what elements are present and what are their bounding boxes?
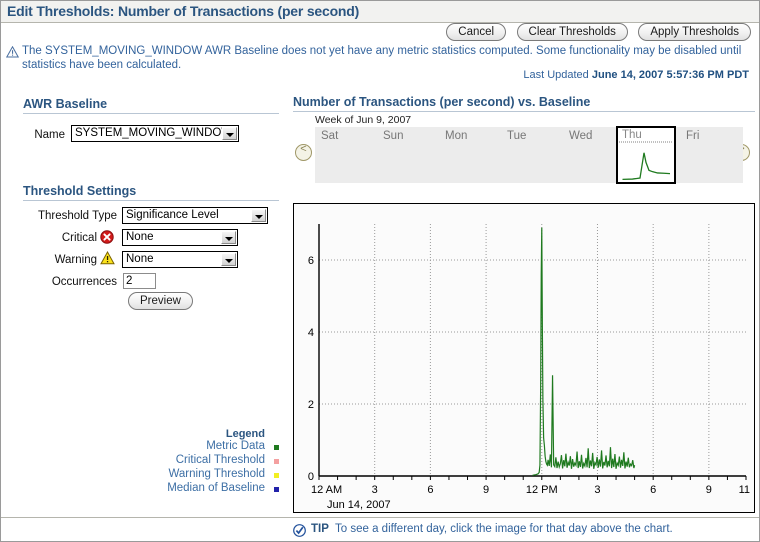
metric-chart-svg: 0 2 4 6 12 AM 3 6 9 12 PM 3 6 9 11 Jun 14, 2007	[308, 224, 750, 511]
day-thumbnail-fri[interactable]: Fri	[680, 127, 741, 183]
svg-text:6: 6	[650, 484, 656, 496]
svg-text:4: 4	[308, 327, 314, 339]
tip-label: TIP	[311, 523, 329, 535]
legend-label: Median of Baseline	[167, 482, 265, 494]
threshold-settings-heading: Threshold Settings	[23, 184, 279, 201]
legend-title: Legend	[225, 428, 265, 440]
svg-text:3: 3	[594, 484, 600, 496]
critical-threshold-value: None	[126, 231, 154, 243]
legend-swatch-median-of-baseline	[274, 487, 279, 492]
action-button-row: Cancel Clear Thresholds Apply Thresholds	[440, 23, 751, 45]
day-thumbnail-strip: Sat Sun Mon Tue Wed Thu Fri	[315, 126, 743, 184]
edit-thresholds-window: Edit Thresholds: Number of Transactions …	[0, 0, 760, 542]
svg-text:9: 9	[483, 484, 489, 496]
day-thumbnail-tue[interactable]: Tue	[501, 127, 562, 183]
threshold-type-value: Significance Level	[126, 209, 219, 221]
occurrences-input[interactable]	[123, 273, 156, 289]
threshold-type-select[interactable]: Significance Level	[122, 207, 268, 224]
critical-label: Critical	[61, 232, 97, 244]
tip-text: To see a different day, click the image …	[335, 523, 673, 535]
svg-text:12 AM: 12 AM	[311, 484, 342, 496]
last-updated-value: June 14, 2007 5:57:36 PM PDT	[591, 69, 749, 81]
legend-swatch-metric-data	[274, 445, 279, 450]
day-label: Mon	[445, 130, 468, 142]
warning-threshold-select[interactable]: None	[122, 251, 238, 268]
legend-label: Metric Data	[206, 440, 265, 452]
occurrences-label: Occurrences	[51, 276, 117, 288]
day-thumbnail-sat[interactable]: Sat	[315, 127, 376, 183]
warning-message-text: The SYSTEM_MOVING_WINDOW AWR Baseline do…	[22, 45, 742, 71]
awr-baseline-heading: AWR Baseline	[23, 97, 279, 114]
chevron-down-icon[interactable]	[221, 253, 236, 266]
svg-text:9: 9	[706, 484, 712, 496]
clear-thresholds-button[interactable]: Clear Thresholds	[516, 23, 628, 41]
threshold-type-label: Threshold Type	[37, 210, 117, 222]
critical-threshold-select[interactable]: None	[122, 229, 238, 246]
chevron-down-icon[interactable]	[251, 209, 266, 222]
svg-text:Jun 14, 2007: Jun 14, 2007	[327, 499, 391, 511]
previous-week-button[interactable]: <	[295, 143, 312, 161]
svg-text:6: 6	[308, 255, 314, 267]
legend-swatch-warning-threshold	[274, 473, 279, 478]
svg-text:12 PM: 12 PM	[526, 484, 558, 496]
day-thumbnail-sparkline	[619, 141, 673, 181]
svg-text:0: 0	[308, 471, 314, 483]
legend-item-warning-threshold: Warning Threshold	[151, 468, 281, 482]
warning-alert-icon	[100, 250, 115, 270]
day-label: Wed	[569, 130, 593, 142]
svg-text:11: 11	[739, 484, 750, 496]
day-label: Sun	[383, 130, 404, 142]
legend-label: Critical Threshold	[175, 454, 265, 466]
day-thumbnail-wed[interactable]: Wed	[563, 127, 624, 183]
last-updated: Last Updated June 14, 2007 5:57:36 PM PD…	[523, 69, 749, 81]
chevron-left-icon: <	[300, 143, 307, 155]
warning-triangle-icon	[5, 45, 20, 63]
baseline-name-select[interactable]: SYSTEM_MOVING_WINDOW	[71, 125, 239, 142]
day-thumbnail-sun[interactable]: Sun	[377, 127, 438, 183]
last-updated-label: Last Updated	[523, 69, 589, 81]
baseline-name-value: SYSTEM_MOVING_WINDOW	[75, 127, 233, 139]
tip-bar: TIP To see a different day, click the im…	[1, 517, 759, 541]
day-label: Fri	[686, 130, 700, 142]
critical-error-icon	[100, 230, 114, 249]
chevron-down-icon[interactable]	[221, 231, 236, 244]
svg-text:2: 2	[308, 399, 314, 411]
cancel-button[interactable]: Cancel	[446, 23, 507, 41]
metric-chart[interactable]: 0 2 4 6 12 AM 3 6 9 12 PM 3 6 9 11 Jun 14, 2007	[293, 203, 755, 513]
baseline-name-label: Name	[34, 129, 65, 141]
day-label: Tue	[507, 130, 527, 142]
page-title: Edit Thresholds: Number of Transactions …	[7, 3, 360, 19]
warning-threshold-value: None	[126, 253, 154, 265]
legend-item-critical-threshold: Critical Threshold	[151, 454, 281, 468]
apply-thresholds-button[interactable]: Apply Thresholds	[638, 23, 751, 41]
day-label: Sat	[321, 130, 339, 142]
check-circle-icon	[293, 524, 306, 541]
day-thumbnail-mon[interactable]: Mon	[439, 127, 500, 183]
day-thumbnail-thu-selected[interactable]: Thu	[616, 126, 676, 184]
chevron-down-icon[interactable]	[222, 127, 237, 140]
preview-button[interactable]: Preview	[128, 292, 193, 310]
chart-legend: Legend Metric Data Critical Threshold Wa…	[151, 428, 281, 496]
legend-item-metric-data: Metric Data	[151, 440, 281, 454]
warning-message: The SYSTEM_MOVING_WINDOW AWR Baseline do…	[5, 44, 751, 72]
legend-item-median-of-baseline: Median of Baseline	[151, 482, 281, 496]
legend-label: Warning Threshold	[168, 468, 265, 480]
chart-section-heading: Number of Transactions (per second) vs. …	[293, 95, 755, 112]
window-titlebar: Edit Thresholds: Number of Transactions …	[1, 1, 759, 23]
legend-swatch-critical-threshold	[274, 459, 279, 464]
week-of-label: Week of Jun 9, 2007	[315, 114, 412, 126]
svg-text:3: 3	[372, 484, 378, 496]
svg-text:6: 6	[427, 484, 433, 496]
warning-label: Warning	[54, 254, 97, 266]
